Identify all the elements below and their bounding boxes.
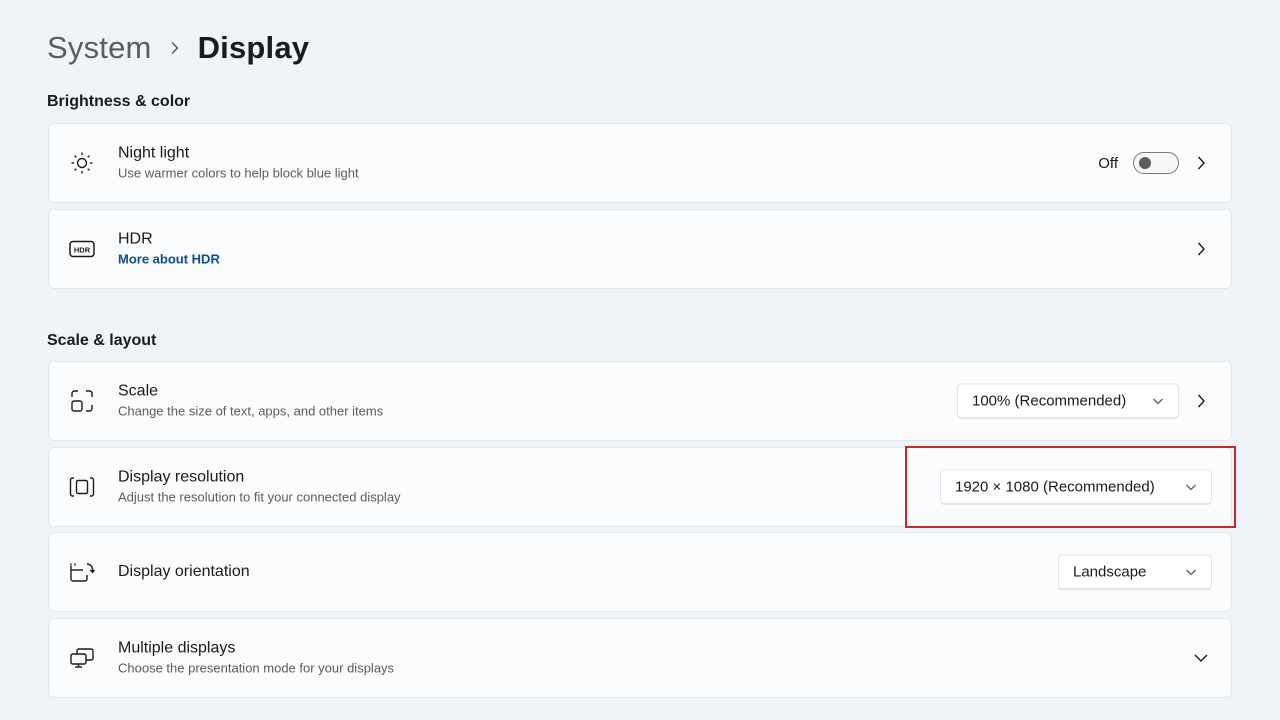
multiple-displays-description: Choose the presentation mode for your di… — [118, 660, 395, 676]
multiple-displays-title: Multiple displays — [118, 639, 236, 657]
night-light-toggle[interactable] — [1133, 152, 1179, 174]
scale-dropdown[interactable]: 100% (Recommended) — [957, 383, 1179, 419]
chevron-right-icon[interactable] — [1193, 155, 1209, 171]
svg-text:HDR: HDR — [74, 245, 91, 254]
section-title-scale-layout: Scale & layout — [47, 332, 157, 349]
section-title-brightness-color: Brightness & color — [47, 93, 191, 110]
brightness-sun-icon — [69, 150, 95, 176]
chevron-down-icon[interactable] — [1193, 650, 1209, 666]
night-light-card[interactable]: Night light Use warmer colors to help bl… — [48, 123, 1232, 203]
multiple-displays-texts: Multiple displays Choose the presentatio… — [118, 639, 394, 678]
chevron-down-icon — [1152, 395, 1164, 407]
display-resolution-card[interactable]: Display resolution Adjust the resolution… — [48, 447, 1232, 527]
display-orientation-title: Display orientation — [118, 563, 250, 580]
scale-dropdown-value: 100% (Recommended) — [972, 392, 1127, 410]
display-resolution-dropdown[interactable]: 1920 × 1080 (Recommended) — [940, 469, 1212, 505]
breadcrumb: System Display — [47, 26, 309, 70]
chevron-right-icon — [152, 26, 198, 70]
night-light-description: Use warmer colors to help block blue lig… — [118, 165, 359, 181]
display-orientation-card[interactable]: Display orientation Landscape — [48, 532, 1232, 612]
scale-texts: Scale Change the size of text, apps, and… — [118, 382, 383, 421]
display-orientation-dropdown-value: Landscape — [1073, 563, 1147, 581]
chevron-down-icon — [1185, 566, 1197, 578]
hdr-title: HDR — [118, 230, 153, 248]
chevron-right-icon[interactable] — [1193, 241, 1209, 257]
display-resolution-dropdown-value: 1920 × 1080 (Recommended) — [955, 478, 1155, 496]
chevron-right-icon[interactable] — [1193, 393, 1209, 409]
scale-icon — [69, 388, 95, 414]
display-resolution-title: Display resolution — [118, 468, 245, 486]
display-orientation-icon — [69, 559, 95, 585]
scale-description: Change the size of text, apps, and other… — [118, 403, 384, 419]
breadcrumb-system-link[interactable]: System — [47, 30, 152, 66]
scale-card[interactable]: Scale Change the size of text, apps, and… — [48, 361, 1232, 441]
display-resolution-description: Adjust the resolution to fit your connec… — [118, 489, 401, 505]
scale-title: Scale — [118, 382, 159, 400]
hdr-texts: HDR More about HDR — [118, 230, 220, 269]
hdr-card[interactable]: HDR HDR More about HDR — [48, 209, 1232, 289]
night-light-toggle-state: Off — [1098, 154, 1118, 172]
multiple-displays-card[interactable]: Multiple displays Choose the presentatio… — [48, 618, 1232, 698]
more-about-hdr-link[interactable]: More about HDR — [118, 251, 220, 269]
night-light-title: Night light — [118, 144, 190, 162]
page-title: Display — [197, 30, 310, 65]
display-resolution-texts: Display resolution Adjust the resolution… — [118, 468, 401, 507]
night-light-texts: Night light Use warmer colors to help bl… — [118, 144, 359, 183]
display-resolution-icon — [69, 474, 95, 500]
hdr-icon: HDR — [69, 236, 95, 262]
chevron-down-icon — [1185, 481, 1197, 493]
multiple-displays-icon — [69, 645, 95, 671]
display-orientation-texts: Display orientation — [118, 562, 250, 582]
display-orientation-dropdown[interactable]: Landscape — [1058, 554, 1212, 590]
toggle-knob — [1139, 157, 1151, 169]
night-light-toggle-group: Off — [1098, 152, 1179, 174]
